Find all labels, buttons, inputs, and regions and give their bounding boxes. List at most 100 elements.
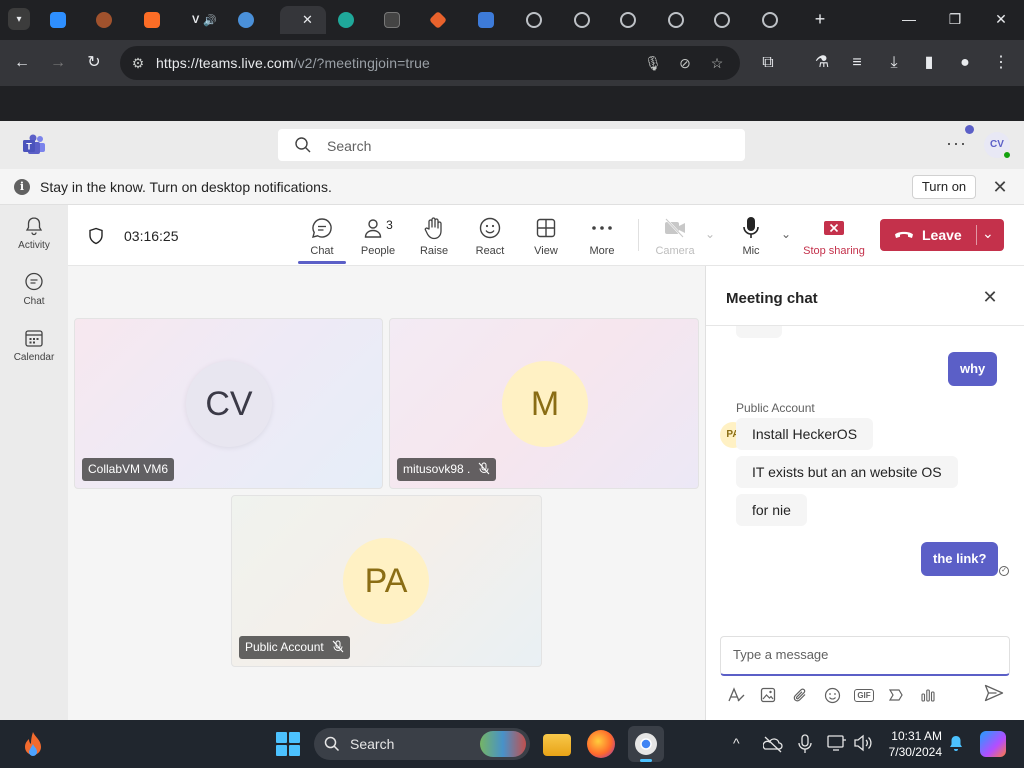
volume-icon[interactable]	[853, 734, 873, 752]
raise-hand-button[interactable]: Raise	[406, 215, 462, 257]
site-settings-icon[interactable]: ⚙	[128, 53, 148, 73]
start-button[interactable]	[276, 732, 300, 756]
labs-icon[interactable]: ⚗	[811, 52, 833, 74]
close-chat-button[interactable]: ✕	[980, 287, 1000, 308]
browser-tab[interactable]	[44, 6, 88, 34]
browser-tab[interactable]	[662, 6, 706, 34]
view-button[interactable]: View	[518, 215, 574, 257]
forward-arrow-icon[interactable]: →	[47, 52, 69, 74]
rail-item-chat[interactable]: Chat	[0, 271, 68, 307]
people-button[interactable]: 3 People	[350, 215, 406, 257]
mic-button[interactable]: Mic	[723, 215, 779, 257]
emoji-icon[interactable]	[822, 685, 842, 705]
tab-close-icon[interactable]: ✕	[302, 12, 313, 28]
camera-blocked-icon[interactable]: ⊘	[675, 53, 695, 73]
participant-tile[interactable]: M mitusovk98 .	[389, 318, 699, 489]
media-control-icon[interactable]: ≡	[846, 52, 868, 74]
turn-on-notifications-button[interactable]: Turn on	[912, 175, 976, 199]
poll-icon[interactable]	[918, 685, 938, 705]
leave-button[interactable]: Leave ⌄	[880, 219, 1004, 251]
browser-tab[interactable]	[472, 6, 516, 34]
extensions-icon[interactable]: ⧉	[757, 52, 779, 74]
rail-item-activity[interactable]: Activity	[0, 215, 68, 251]
chrome-icon	[635, 733, 657, 755]
globe-favicon-icon	[574, 12, 590, 28]
browser-tab[interactable]	[708, 6, 752, 34]
weather-widget-icon[interactable]	[20, 730, 46, 758]
gif-icon[interactable]: GIF	[854, 685, 874, 705]
rail-label: Chat	[23, 296, 45, 307]
firefox-icon[interactable]	[587, 730, 615, 758]
meeting-chat-panel: Meeting chat ✕ why Public Account PA Ins…	[705, 266, 1024, 720]
shield-icon[interactable]	[88, 227, 104, 245]
minimize-button[interactable]: —	[895, 8, 923, 30]
globe-favicon-icon	[668, 12, 684, 28]
sticker-icon[interactable]	[886, 685, 906, 705]
rail-item-calendar[interactable]: Calendar	[0, 327, 68, 363]
attach-icon[interactable]	[790, 685, 810, 705]
bookmark-star-icon[interactable]: ☆	[707, 53, 727, 73]
address-bar[interactable]: ⚙ https://teams.live.com/v2/?meetingjoin…	[120, 46, 740, 80]
url-text[interactable]: https://teams.live.com/v2/?meetingjoin=t…	[156, 55, 430, 71]
browser-tab[interactable]	[378, 6, 422, 34]
leave-options-chevron-icon[interactable]: ⌄	[982, 225, 994, 242]
camera-button[interactable]: Camera	[647, 215, 703, 257]
user-avatar[interactable]: CV	[984, 132, 1012, 160]
browser-tab[interactable]	[232, 6, 276, 34]
profile-icon[interactable]: ●	[954, 52, 976, 74]
window-close-button[interactable]: ✕	[987, 8, 1015, 30]
browser-tab-active[interactable]: ✕	[280, 6, 326, 34]
reload-icon[interactable]: ↻	[83, 52, 105, 74]
received-message-bubble[interactable]: for nie	[736, 494, 807, 526]
stop-sharing-button[interactable]: Stop sharing	[802, 215, 866, 257]
message-input[interactable]	[733, 647, 993, 662]
mic-options-chevron-icon[interactable]: ⌄	[781, 227, 791, 241]
taskbar-search-box[interactable]: Search	[314, 728, 530, 760]
notification-bell-icon[interactable]	[948, 735, 964, 753]
browser-tab[interactable]	[568, 6, 612, 34]
format-text-icon[interactable]	[726, 685, 746, 705]
browser-tab[interactable]	[138, 6, 182, 34]
message-compose-box[interactable]	[720, 636, 1010, 676]
browser-tab[interactable]	[520, 6, 564, 34]
browser-tab[interactable]	[756, 6, 800, 34]
dismiss-banner-button[interactable]: ✕	[990, 177, 1010, 198]
browser-tab[interactable]	[332, 6, 376, 34]
browser-menu-icon[interactable]: ⋮	[990, 52, 1012, 74]
copilot-icon[interactable]	[980, 731, 1006, 757]
download-icon[interactable]: ⤓	[883, 52, 905, 74]
my-message-bubble[interactable]: why	[948, 352, 998, 386]
microphone-icon[interactable]: 🎙	[643, 53, 663, 73]
back-arrow-icon[interactable]: ←	[11, 52, 33, 74]
more-button[interactable]: More	[574, 215, 630, 257]
browser-tab[interactable]: V 🔊	[186, 6, 230, 34]
side-panel-icon[interactable]: ▮	[918, 52, 940, 74]
chrome-taskbar-button[interactable]	[628, 726, 664, 762]
participant-avatar: PA	[343, 538, 429, 624]
tab-search-menu-button[interactable]: ▾	[8, 8, 30, 30]
received-message-bubble[interactable]: IT exists but an an website OS	[736, 456, 958, 488]
network-offline-icon[interactable]	[763, 735, 783, 753]
image-icon[interactable]	[758, 685, 778, 705]
file-explorer-icon[interactable]	[543, 734, 571, 756]
windows-taskbar: Search ^ 10:31 AM 7/30/2024	[0, 720, 1024, 768]
settings-more-button[interactable]: ···	[946, 133, 967, 154]
participant-tile[interactable]: CV CollabVM VM6	[74, 318, 383, 489]
browser-tab[interactable]	[424, 6, 468, 34]
microphone-in-use-icon[interactable]	[798, 734, 812, 754]
display-icon[interactable]	[827, 734, 847, 752]
send-icon[interactable]	[984, 684, 1004, 702]
received-message-bubble[interactable]: Install HeckerOS	[736, 418, 874, 450]
camera-options-chevron-icon[interactable]: ⌄	[705, 227, 715, 241]
system-clock[interactable]: 10:31 AM 7/30/2024	[888, 728, 942, 760]
participant-tile[interactable]: PA Public Account	[231, 495, 542, 667]
my-message-bubble[interactable]: the link?	[921, 542, 999, 576]
browser-tab[interactable]	[614, 6, 658, 34]
new-tab-button[interactable]: +	[810, 9, 830, 30]
chat-button[interactable]: Chat	[294, 215, 350, 257]
browser-tab[interactable]	[90, 6, 134, 34]
restore-button[interactable]: ❐	[941, 8, 969, 30]
show-hidden-icons-button[interactable]: ^	[733, 735, 740, 751]
react-button[interactable]: React	[462, 215, 518, 257]
teams-search-input[interactable]: Search	[278, 129, 745, 161]
